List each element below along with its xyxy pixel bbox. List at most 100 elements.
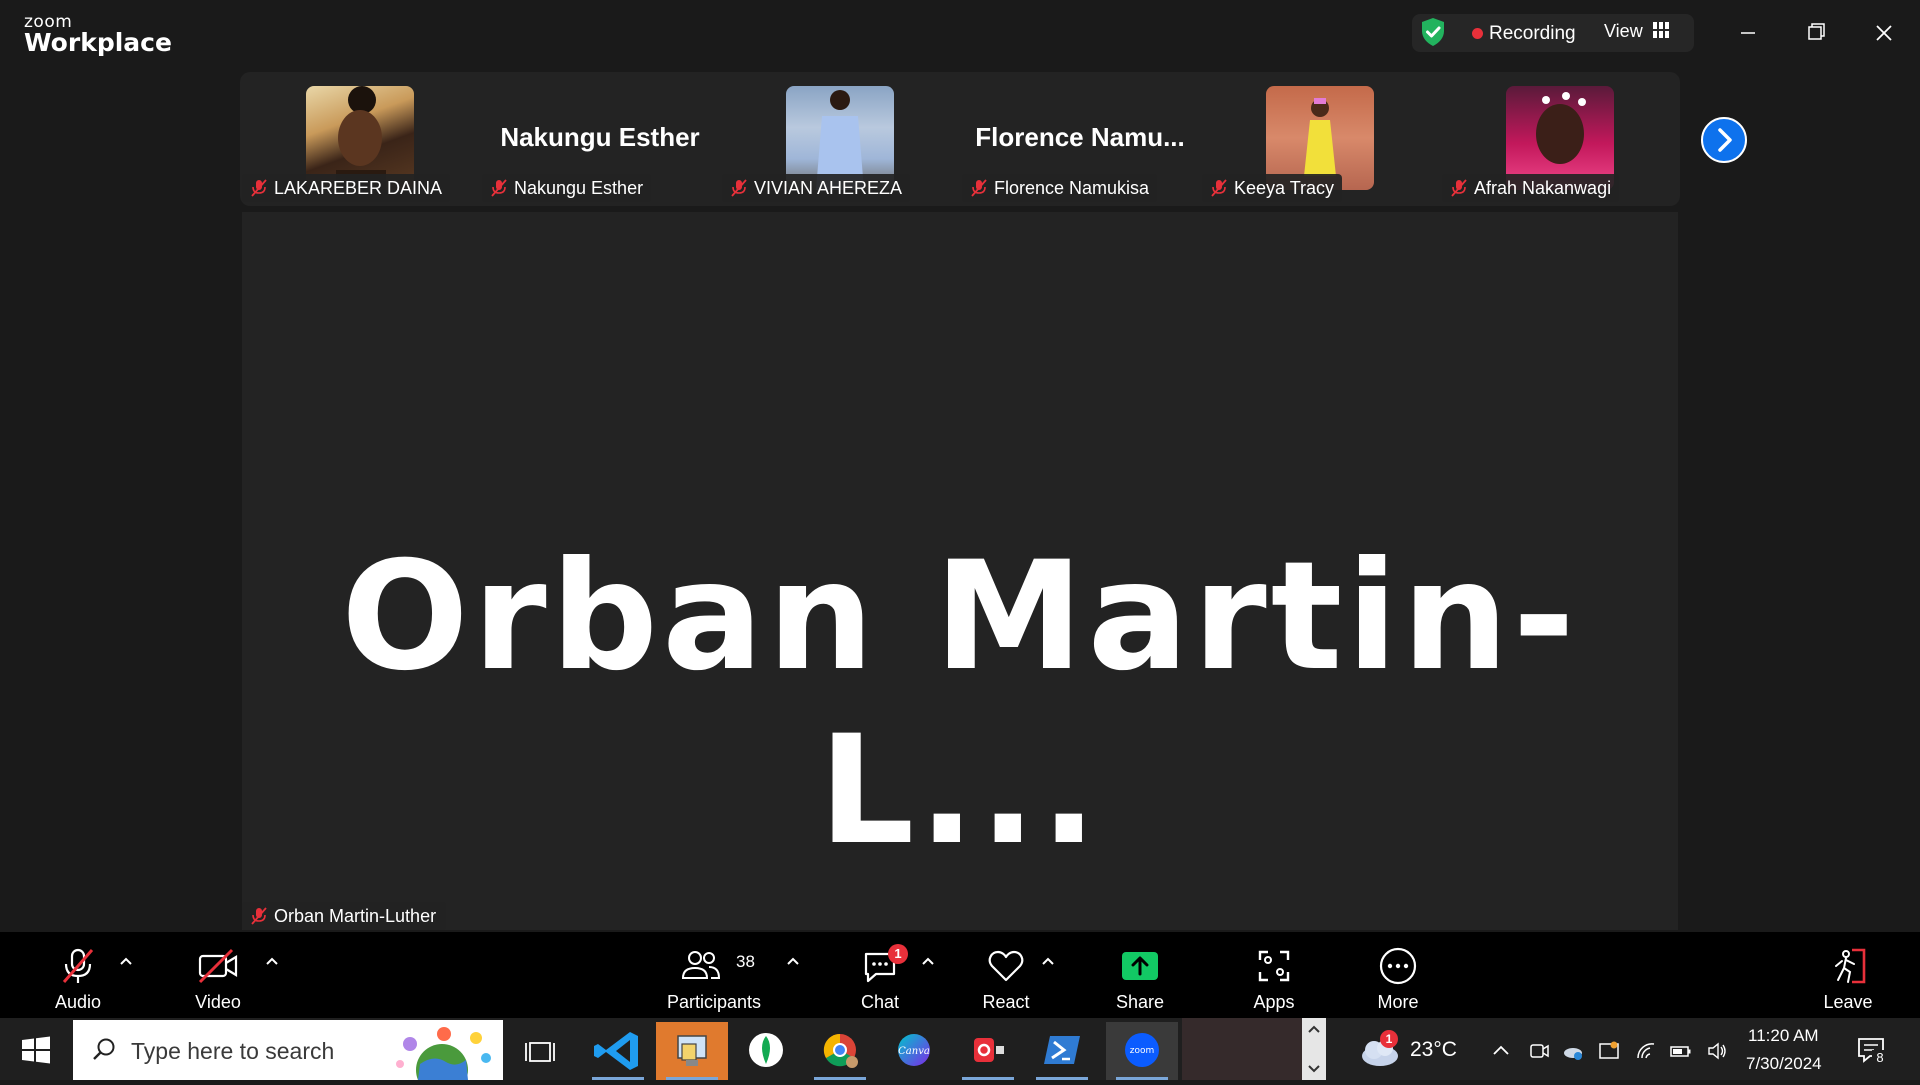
participants-icon	[682, 951, 721, 979]
search-highlight-illustration-icon	[396, 1027, 491, 1080]
participant-name: Nakungu Esther	[514, 178, 644, 198]
weather-badge: 1	[1380, 1030, 1398, 1048]
minimize-icon[interactable]	[1728, 16, 1768, 50]
chat-label: Chat	[860, 992, 900, 1012]
weather-temperature[interactable]: 23°C	[1410, 1038, 1457, 1062]
leave-icon	[1835, 948, 1866, 984]
notification-count: 8	[1872, 1050, 1888, 1066]
app-logo-product: Workplace	[24, 28, 172, 57]
wifi-icon[interactable]	[1636, 1040, 1658, 1062]
grid-view-icon[interactable]	[1653, 22, 1669, 38]
mic-muted-icon	[1211, 179, 1227, 197]
video-off-icon	[198, 948, 238, 984]
svg-text:Canva: Canva	[898, 1046, 930, 1057]
leave-button[interactable]: Leave	[1808, 940, 1888, 1014]
powershell-icon	[1044, 1036, 1080, 1064]
participant-tile[interactable]: Afrah Nakanwagi	[1440, 72, 1680, 206]
view-button[interactable]: View	[1604, 21, 1643, 42]
windows-start-icon[interactable]	[16, 1030, 56, 1070]
restore-icon[interactable]	[1796, 16, 1836, 50]
chevron-right-icon	[1718, 128, 1732, 152]
participant-tile[interactable]: Nakungu Esther Nakungu Esther	[480, 72, 720, 206]
share-label: Share	[1115, 992, 1165, 1012]
audio-button[interactable]: Audio	[38, 940, 118, 1014]
mic-muted-icon	[491, 179, 507, 197]
participant-name: Florence Namukisa	[994, 178, 1150, 198]
audio-options-chevron-up-icon[interactable]	[116, 952, 136, 972]
mic-muted-icon	[1451, 179, 1467, 197]
chat-unread-badge: 1	[888, 944, 908, 964]
chat-options-chevron-up-icon[interactable]	[918, 952, 938, 972]
meet-now-icon[interactable]	[1528, 1040, 1550, 1062]
participant-name-tag: LAKAREBER DAINA	[242, 174, 451, 202]
screen-recorder-icon	[974, 1038, 1004, 1062]
canva-icon: Canva	[898, 1034, 930, 1066]
close-icon[interactable]	[1864, 16, 1904, 50]
leave-label: Leave	[1823, 992, 1873, 1012]
screen-capture-icon[interactable]	[1598, 1040, 1620, 1062]
volume-icon[interactable]	[1706, 1040, 1728, 1062]
share-button[interactable]: Share	[1100, 940, 1180, 1014]
taskbar-vscode[interactable]	[582, 1022, 654, 1080]
taskbar-empty-area	[1182, 1018, 1302, 1080]
taskbar-zoom[interactable]: zoom	[1106, 1022, 1178, 1080]
clock-time[interactable]: 11:20 AM	[1748, 1026, 1819, 1046]
taskbar-powershell[interactable]	[1026, 1022, 1098, 1080]
mic-muted-icon	[251, 179, 267, 197]
taskbar-mongodb[interactable]	[730, 1022, 802, 1080]
search-icon	[93, 1038, 115, 1060]
taskbar-canva[interactable]: Canva	[878, 1022, 950, 1080]
chevron-up-down-icon	[1308, 1025, 1320, 1073]
video-label: Video	[195, 992, 241, 1012]
clock-date[interactable]: 7/30/2024	[1746, 1054, 1822, 1074]
more-icon	[1379, 947, 1417, 985]
react-button[interactable]: React	[966, 940, 1046, 1014]
chrome-icon	[823, 1033, 858, 1068]
video-button[interactable]: Video	[178, 940, 258, 1014]
mongodb-leaf-icon	[749, 1033, 783, 1067]
participants-label: Participants	[666, 992, 762, 1012]
participant-name-tag: Nakungu Esther	[482, 174, 652, 202]
apps-icon	[1258, 950, 1290, 982]
participant-name: LAKAREBER DAINA	[274, 178, 443, 198]
audio-label: Audio	[54, 992, 102, 1012]
participant-tile[interactable]: Keeya Tracy	[1200, 72, 1440, 206]
active-speaker-name: Orban Martin-L...	[341, 530, 1579, 878]
svg-text:zoom: zoom	[1130, 1046, 1155, 1056]
mic-muted-icon	[62, 948, 94, 983]
zoom-icon: zoom	[1125, 1033, 1159, 1067]
shield-check-icon[interactable]	[1420, 17, 1446, 47]
more-button[interactable]: More	[1358, 940, 1438, 1014]
share-screen-icon	[1122, 952, 1158, 980]
react-options-chevron-up-icon[interactable]	[1038, 952, 1058, 972]
participant-tile[interactable]: LAKAREBER DAINA	[240, 72, 480, 206]
taskbar-chrome[interactable]	[804, 1022, 876, 1080]
task-view-icon[interactable]	[522, 1034, 558, 1070]
battery-icon[interactable]	[1670, 1040, 1692, 1062]
onedrive-icon[interactable]	[1562, 1040, 1584, 1062]
heart-icon	[988, 950, 1024, 982]
video-options-chevron-up-icon[interactable]	[262, 952, 282, 972]
mic-muted-icon	[971, 179, 987, 197]
vscode-icon	[594, 1032, 638, 1070]
mic-muted-icon	[251, 907, 267, 925]
participant-tile[interactable]: VIVIAN AHEREZA	[720, 72, 960, 206]
participant-name: VIVIAN AHEREZA	[754, 178, 903, 198]
taskbar-scroll-control[interactable]	[1302, 1018, 1326, 1080]
taskbar-file-manager[interactable]	[656, 1022, 728, 1080]
participant-tile[interactable]: Florence Namu... Florence Namukisa	[960, 72, 1200, 206]
participant-name: Keeya Tracy	[1234, 178, 1335, 198]
chat-button[interactable]: Chat	[840, 940, 920, 1014]
apps-button[interactable]: Apps	[1234, 940, 1314, 1014]
mic-muted-icon	[731, 179, 747, 197]
recording-label[interactable]: Recording	[1489, 23, 1576, 45]
meeting-toolbar	[0, 932, 1920, 1018]
participant-name-tag: Keeya Tracy	[1202, 174, 1343, 202]
participants-options-chevron-up-icon[interactable]	[783, 952, 803, 972]
next-page-button[interactable]	[1701, 117, 1747, 163]
participant-display-name: Nakungu Esther	[500, 122, 700, 152]
taskbar-screen-recorder[interactable]	[952, 1022, 1024, 1080]
active-speaker-name-tag: Orban Martin-Luther	[242, 902, 447, 930]
recording-dot-icon	[1472, 28, 1483, 39]
chevron-up-icon[interactable]	[1490, 1040, 1512, 1062]
